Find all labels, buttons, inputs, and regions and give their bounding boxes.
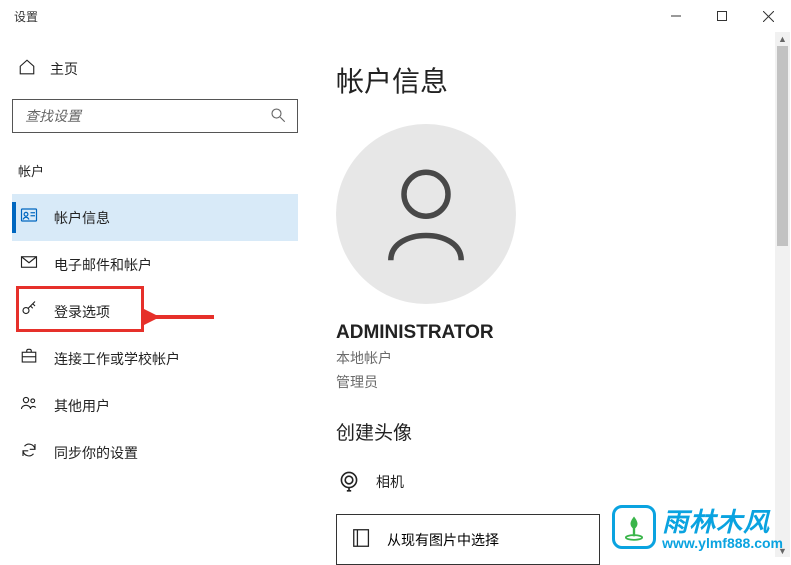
sidebar-item-other-users[interactable]: 其他用户 <box>12 382 298 429</box>
camera-label: 相机 <box>376 472 404 492</box>
window-controls <box>653 0 791 32</box>
app-body: 主页 帐户 帐户信息 电子邮件和帐户 登录选项 <box>0 32 791 559</box>
window-titlebar: 设置 <box>0 0 791 32</box>
watermark-logo-icon <box>612 505 656 549</box>
sidebar-item-label: 其他用户 <box>54 396 110 416</box>
home-label: 主页 <box>50 59 78 79</box>
mail-icon <box>20 253 38 276</box>
browse-label: 从现有图片中选择 <box>387 530 499 550</box>
sidebar-item-account-info[interactable]: 帐户信息 <box>12 194 298 241</box>
page-title: 帐户信息 <box>336 60 771 100</box>
section-label: 帐户 <box>12 155 298 194</box>
sidebar-item-work-school[interactable]: 连接工作或学校帐户 <box>12 335 298 382</box>
minimize-button[interactable] <box>653 0 699 32</box>
scrollbar[interactable]: ▲ ▼ <box>775 32 790 557</box>
briefcase-icon <box>20 347 38 370</box>
home-icon <box>18 58 36 79</box>
sync-icon <box>20 441 38 464</box>
sidebar-item-email[interactable]: 电子邮件和帐户 <box>12 241 298 288</box>
scrollbar-thumb[interactable] <box>777 46 788 246</box>
window-title: 设置 <box>14 8 38 25</box>
people-icon <box>20 394 38 417</box>
watermark: 雨林木风 www.ylmf888.com <box>612 502 783 551</box>
scroll-up-icon[interactable]: ▲ <box>778 34 787 43</box>
sidebar-item-sync[interactable]: 同步你的设置 <box>12 429 298 476</box>
avatar <box>336 124 516 304</box>
search-icon <box>269 106 287 129</box>
search-box[interactable] <box>12 99 298 133</box>
image-icon <box>351 527 373 552</box>
sidebar-item-label: 电子邮件和帐户 <box>54 255 152 275</box>
sidebar: 主页 帐户 帐户信息 电子邮件和帐户 登录选项 <box>0 32 310 559</box>
user-card-icon <box>20 206 38 229</box>
username: ADMINISTRATOR <box>336 322 771 344</box>
close-button[interactable] <box>745 0 791 32</box>
watermark-url: www.ylmf888.com <box>662 535 783 551</box>
home-link[interactable]: 主页 <box>12 54 298 83</box>
camera-icon <box>336 467 362 496</box>
account-type: 本地帐户 <box>336 348 771 368</box>
search-input[interactable] <box>13 108 297 124</box>
sidebar-item-label: 连接工作或学校帐户 <box>54 349 180 369</box>
browse-image-button[interactable]: 从现有图片中选择 <box>336 514 600 565</box>
sidebar-item-signin-options[interactable]: 登录选项 <box>12 288 298 335</box>
sidebar-item-label: 同步你的设置 <box>54 443 138 463</box>
camera-option[interactable]: 相机 <box>336 461 771 502</box>
main-content: 帐户信息 ADMINISTRATOR 本地帐户 管理员 创建头像 相机 从现有图… <box>310 32 791 559</box>
maximize-button[interactable] <box>699 0 745 32</box>
account-role: 管理员 <box>336 372 771 392</box>
sidebar-item-label: 登录选项 <box>54 302 110 322</box>
key-icon <box>20 300 38 323</box>
watermark-brand: 雨林木风 <box>662 502 783 539</box>
avatar-section-heading: 创建头像 <box>336 418 771 445</box>
sidebar-item-label: 帐户信息 <box>54 208 110 228</box>
